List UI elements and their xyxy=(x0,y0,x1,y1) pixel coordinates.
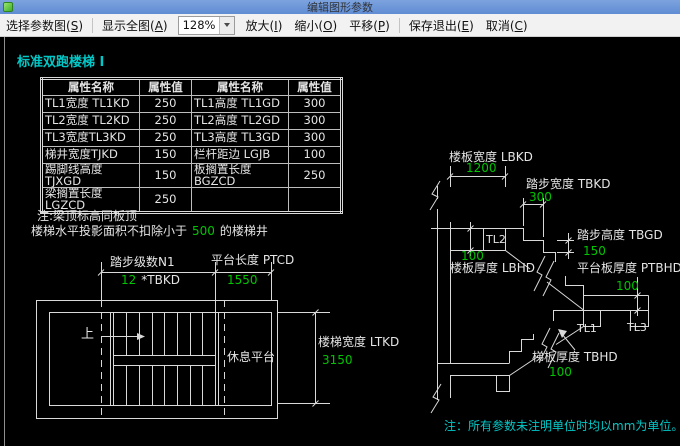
note-line2: 楼梯水平投影面积不扣除小于 500 的楼梯井 xyxy=(31,224,268,238)
param-value[interactable]: 250 xyxy=(139,187,192,213)
plan-up-label: 上 xyxy=(81,327,95,342)
section-ptbhd-value[interactable]: 100 xyxy=(616,279,639,293)
zoom-out-button[interactable]: 缩小(O) xyxy=(288,17,343,34)
chevron-down-icon[interactable] xyxy=(219,16,235,34)
param-value[interactable]: 300 xyxy=(288,95,342,113)
col-header: 属性名称 xyxy=(41,78,140,96)
plan-rest-platform-label: 休息平台 xyxy=(227,350,276,364)
titlebar: 编辑图形参数 xyxy=(0,0,680,14)
section-beam-tl1-label: TL1 xyxy=(577,322,597,335)
toolbar: 选择参数图(S) 显示全图(A) 128% 放大(I) 缩小(O) 平移(P) … xyxy=(0,14,680,37)
plan-steps-value[interactable]: 12 xyxy=(121,273,136,287)
section-beam-tl3-label: TL3 xyxy=(627,321,647,334)
col-header: 属性值 xyxy=(288,78,342,96)
param-value[interactable]: 300 xyxy=(288,129,342,147)
param-name: TL2宽度 TL2KD xyxy=(41,112,140,130)
param-name: 踢脚线高度TJXGD xyxy=(41,163,140,188)
param-name: 栏杆距边 LGJB xyxy=(191,146,289,164)
param-value[interactable]: 150 xyxy=(139,146,192,164)
param-value[interactable]: 250 xyxy=(288,163,342,188)
table-row: TL2宽度 TL2KD 250 TL2高度 TL2GD 300 xyxy=(41,112,342,130)
note-line1: 注:梁顶标高同板顶 xyxy=(37,209,138,223)
table-header-row: 属性名称 属性值 属性名称 属性值 xyxy=(41,78,342,96)
plan-platform-length-value[interactable]: 1550 xyxy=(227,273,258,287)
plan-steps-unit: *TBKD xyxy=(141,273,180,287)
param-name: TL2高度 TL2GD xyxy=(191,112,289,130)
col-header: 属性名称 xyxy=(191,78,289,96)
section-tbhd-label: 梯板厚度 TBHD xyxy=(532,350,618,364)
drawing-heading: 标准双跑楼梯 I xyxy=(17,55,105,70)
param-value[interactable]: 100 xyxy=(288,146,342,164)
section-lbhd-label: 楼板厚度 LBHD xyxy=(450,261,535,275)
table-row: 踢脚线高度TJXGD 150 板搁置长度 BGZCD 250 xyxy=(41,163,342,188)
section-lbkd-value[interactable]: 1200 xyxy=(466,161,497,175)
parameter-table: 属性名称 属性值 属性名称 属性值 TL1宽度 TL1KD 250 TL1高度 … xyxy=(40,77,343,214)
section-tbhd-value[interactable]: 100 xyxy=(549,365,572,379)
window-left-border xyxy=(4,37,5,446)
cancel-button[interactable]: 取消(C) xyxy=(480,17,534,34)
note-line2-text: 的楼梯井 xyxy=(219,224,268,238)
pan-button[interactable]: 平移(P) xyxy=(343,17,396,34)
section-tbkd-value[interactable]: 300 xyxy=(529,190,552,204)
note-line2-text: 楼梯水平投影面积不扣除小于 xyxy=(31,224,188,238)
param-name: 板搁置长度 BGZCD xyxy=(191,163,289,188)
param-name: TL3宽度TL3KD xyxy=(41,129,140,147)
save-exit-button[interactable]: 保存退出(E) xyxy=(403,17,480,34)
zoom-level-value[interactable]: 128% xyxy=(179,18,220,32)
table-row: TL3宽度TL3KD 250 TL3高度 TL3GD 300 xyxy=(41,129,342,147)
param-value[interactable]: 300 xyxy=(288,112,342,130)
unit-note: 注：所有参数未注明单位时均以mm为单位。 xyxy=(444,419,680,433)
param-value[interactable]: 150 xyxy=(139,163,192,188)
zoom-in-button[interactable]: 放大(I) xyxy=(239,17,288,34)
section-ptbhd-label: 平台板厚度 PTBHD xyxy=(577,261,680,275)
param-value[interactable]: 250 xyxy=(139,95,192,113)
section-tbgd-value[interactable]: 150 xyxy=(583,244,606,258)
show-full-view-button[interactable]: 显示全图(A) xyxy=(96,17,174,34)
zoom-level-combobox[interactable]: 128% xyxy=(177,15,236,35)
section-beam-tl2-label: TL2 xyxy=(486,233,506,246)
param-value[interactable]: 250 xyxy=(139,129,192,147)
param-value[interactable]: 250 xyxy=(139,112,192,130)
toolbar-separator xyxy=(398,17,400,33)
plan-stair-width-label: 楼梯宽度 LTKD xyxy=(318,335,400,349)
param-name: TL1高度 TL1GD xyxy=(191,95,289,113)
param-name: TL1宽度 TL1KD xyxy=(41,95,140,113)
param-name: TL3高度 TL3GD xyxy=(191,129,289,147)
edit-graphic-params-window: 编辑图形参数 选择参数图(S) 显示全图(A) 128% 放大(I) 缩小(O)… xyxy=(0,0,680,446)
note-line2-value[interactable]: 500 xyxy=(192,224,215,238)
table-row: 梯井宽度TJKD 150 栏杆距边 LGJB 100 xyxy=(41,146,342,164)
table-row: TL1宽度 TL1KD 250 TL1高度 TL1GD 300 xyxy=(41,95,342,113)
plan-stair-width-value[interactable]: 3150 xyxy=(322,353,353,367)
param-value[interactable] xyxy=(288,187,342,213)
col-header: 属性值 xyxy=(139,78,192,96)
param-name: 梯井宽度TJKD xyxy=(41,146,140,164)
plan-steps-count-label: 踏步级数N1 xyxy=(110,255,175,269)
param-name xyxy=(191,187,289,213)
select-param-image-button[interactable]: 选择参数图(S) xyxy=(0,17,89,34)
toolbar-separator xyxy=(92,17,93,33)
plan-platform-length-label: 平台长度 PTCD xyxy=(211,253,295,267)
plan-steps-count: 12 *TBKD xyxy=(121,273,180,287)
section-tbgd-label: 踏步高度 TBGD xyxy=(577,228,663,242)
window-title: 编辑图形参数 xyxy=(307,1,373,14)
